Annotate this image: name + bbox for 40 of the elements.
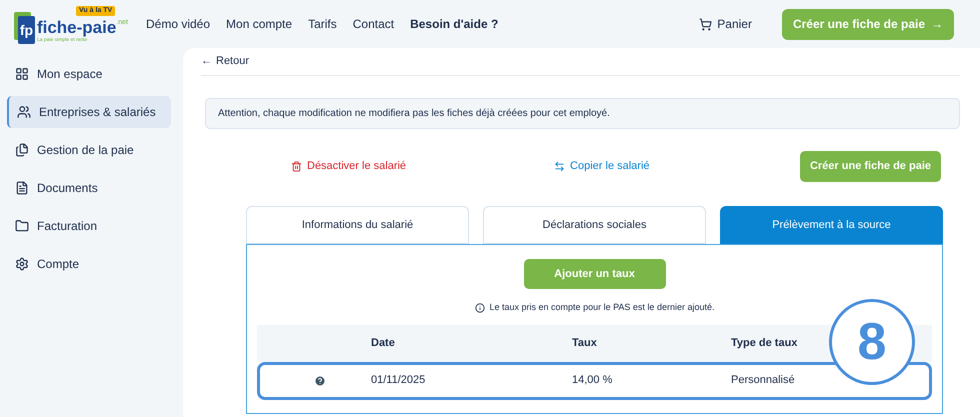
column-header: Date bbox=[371, 336, 396, 351]
copy-link[interactable]: Copier le salarié bbox=[554, 158, 650, 174]
sidebar-item[interactable]: Entreprises & salariés bbox=[7, 96, 171, 128]
sidebar-item[interactable]: Facturation bbox=[7, 210, 171, 242]
tab[interactable]: Informations du salarié bbox=[246, 206, 469, 244]
notice-banner: Attention, chaque modification ne modifiera pas les fiches déjà créées pour cet employé. bbox=[205, 98, 960, 129]
column-header: Type de taux bbox=[731, 336, 798, 351]
nav-link[interactable]: Mon compte bbox=[226, 15, 292, 33]
table-cell-text: Personnalisé bbox=[731, 373, 795, 388]
sidebar-icon bbox=[15, 257, 29, 271]
swap-icon bbox=[554, 160, 566, 172]
logo-mark: fp bbox=[18, 16, 35, 44]
table-cell-text: 14,00 % bbox=[572, 373, 614, 388]
nav-link[interactable]: Contact bbox=[352, 15, 394, 33]
logo-name: fiche-paie bbox=[36, 19, 116, 37]
back-link[interactable]: ← Retour bbox=[201, 53, 250, 70]
sidebar-icon bbox=[15, 67, 29, 81]
column-header: Taux bbox=[572, 336, 598, 351]
sidebar-icon bbox=[15, 143, 29, 157]
sidebar-item[interactable]: Documents bbox=[7, 172, 171, 204]
info-icon bbox=[474, 302, 485, 313]
help-icon[interactable] bbox=[314, 374, 326, 386]
cart-link[interactable]: Panier bbox=[699, 15, 752, 33]
table-cell-text: 01/11/2025 bbox=[371, 373, 426, 388]
nav-link[interactable]: Démo vidéo bbox=[146, 15, 210, 33]
sidebar-item[interactable]: Mon espace bbox=[7, 58, 171, 90]
sidebar-icon bbox=[15, 219, 29, 233]
info-text: Le taux pris en compte pour le PAS est le dernier ajouté. bbox=[490, 301, 714, 314]
table-row[interactable]: 01/11/2025 14,00 % Personnalisé bbox=[257, 362, 932, 400]
sidebar-icon bbox=[17, 105, 31, 119]
nav-link[interactable]: Tarifs bbox=[308, 15, 337, 33]
trash-icon bbox=[291, 160, 302, 172]
cart-icon bbox=[699, 18, 712, 30]
deactivate-link[interactable]: Désactiver le salarié bbox=[291, 158, 406, 174]
sidebar-item[interactable]: Compte bbox=[7, 248, 171, 280]
tab[interactable]: Déclarations sociales bbox=[483, 206, 706, 244]
tab[interactable]: Prélèvement à la source bbox=[720, 206, 943, 244]
sidebar-item[interactable]: Gestion de la paie bbox=[7, 134, 171, 166]
nav-link[interactable]: Besoin d'aide ? bbox=[410, 15, 498, 33]
sidebar-icon bbox=[15, 181, 29, 195]
